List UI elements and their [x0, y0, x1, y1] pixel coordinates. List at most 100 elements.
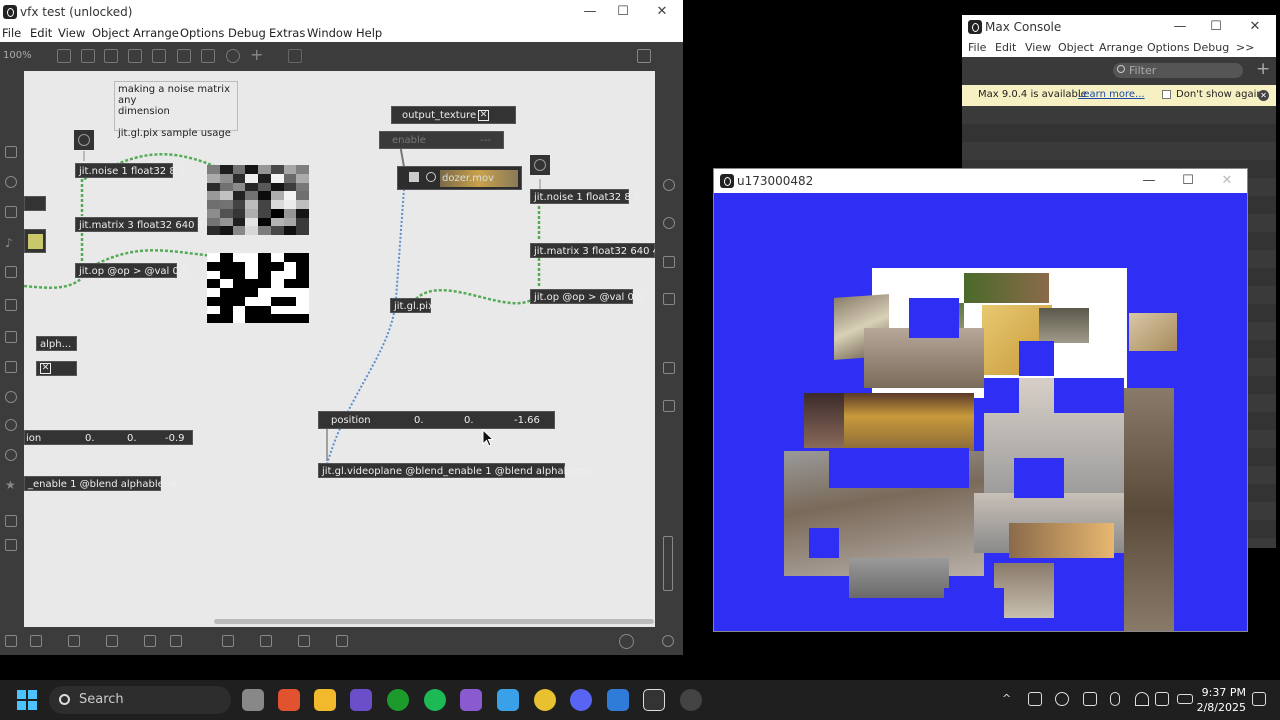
patcher-canvas[interactable]: making a noise matrix any dimension jit.… — [24, 71, 655, 627]
sidebar-icon-11[interactable] — [5, 449, 17, 461]
cube-icon[interactable] — [5, 146, 17, 158]
object-icon[interactable] — [57, 49, 71, 63]
loop-icon[interactable] — [426, 172, 436, 182]
console-menu-more[interactable]: >> — [1236, 41, 1254, 54]
position-left-z[interactable]: -0.9 — [165, 431, 185, 446]
menu-extras[interactable]: Extras — [269, 26, 305, 40]
power-icon[interactable] — [662, 635, 674, 647]
jit-noise-left[interactable]: jit.noise 1 float32 8 8 — [75, 163, 185, 178]
bang-button-left[interactable] — [74, 130, 94, 150]
camera-icon[interactable] — [663, 362, 675, 374]
record-icon[interactable] — [5, 176, 17, 188]
loop-icon[interactable] — [5, 391, 17, 403]
menu-edit[interactable]: Edit — [30, 26, 52, 40]
console-menu-debug[interactable]: Debug — [1193, 41, 1229, 54]
sidebar-icon-14[interactable] — [5, 539, 17, 551]
close-button[interactable]: ✕ — [647, 4, 677, 20]
add-icon[interactable]: + — [1256, 59, 1270, 79]
play-icon[interactable] — [409, 172, 419, 182]
render-minimize-button[interactable]: — — [1134, 173, 1164, 189]
add-icon[interactable]: + — [250, 47, 264, 63]
jit-op-right[interactable]: jit.op @op > @val 0.5 — [530, 289, 643, 304]
file-explorer-icon[interactable] — [314, 689, 336, 711]
max-taskbar-icon[interactable] — [643, 689, 665, 711]
console-minimize-button[interactable]: — — [1165, 19, 1195, 35]
menu-view[interactable]: View — [58, 26, 85, 40]
console-menu-view[interactable]: View — [1025, 41, 1051, 54]
slider-icon[interactable] — [201, 49, 215, 63]
wifi-icon[interactable] — [1135, 692, 1149, 706]
position-left-x[interactable]: 0. — [85, 431, 95, 446]
output-texture-toggle[interactable]: output_texture ✕ — [391, 106, 516, 124]
brave-browser-icon[interactable] — [278, 689, 300, 711]
sidebar-icon-5[interactable] — [5, 266, 17, 278]
console-menu-file[interactable]: File — [968, 41, 986, 54]
jit-gl-pix[interactable]: jit.gl.pix — [390, 298, 434, 313]
chevron-up-icon[interactable]: ^ — [1002, 692, 1016, 706]
position-left[interactable]: ion 0. 0. -0.9 — [24, 430, 193, 445]
present-icon[interactable] — [68, 635, 80, 647]
search-icon[interactable] — [663, 179, 675, 191]
dont-show-checkbox[interactable] — [1162, 90, 1171, 99]
lock-icon[interactable] — [5, 635, 17, 647]
sync-icon[interactable] — [1055, 692, 1069, 706]
cloud-icon[interactable] — [1083, 692, 1097, 706]
battery-icon[interactable] — [1177, 694, 1193, 704]
menu-object[interactable]: Object — [92, 26, 129, 40]
jit-gl-videoplane[interactable]: jit.gl.videoplane @blend_enable 1 @blend… — [318, 463, 592, 478]
notification-icon[interactable] — [1252, 692, 1266, 706]
render-output[interactable] — [714, 193, 1247, 631]
xbox-icon[interactable] — [387, 689, 409, 711]
wrench-icon[interactable] — [260, 635, 272, 647]
list-icon[interactable] — [663, 293, 675, 305]
videoplane-left[interactable]: _enable 1 @blend alphablend — [24, 476, 176, 491]
alpha-menu[interactable]: alph... — [36, 336, 77, 351]
dropbox-icon[interactable] — [1028, 692, 1042, 706]
enable-menu[interactable]: enable --- — [379, 131, 504, 149]
jit-op-left[interactable]: jit.op @op > @val 0.5 — [75, 263, 188, 278]
console-menu-edit[interactable]: Edit — [995, 41, 1016, 54]
button-icon[interactable] — [128, 49, 142, 63]
render-close-button[interactable]: ✕ — [1212, 173, 1242, 189]
notepad-icon[interactable] — [497, 689, 519, 711]
edit-icon[interactable] — [30, 635, 42, 647]
output-texture-checkbox[interactable]: ✕ — [478, 110, 489, 121]
chrome-icon[interactable] — [534, 689, 556, 711]
grid-icon[interactable] — [663, 256, 675, 268]
left-toggle-box[interactable]: ✕ — [40, 363, 51, 374]
sidebar-icon-13[interactable] — [5, 515, 17, 527]
columns-icon[interactable] — [298, 635, 310, 647]
taskbar-clock[interactable]: 9:37 PM 2/8/2025 — [1196, 685, 1246, 715]
position-y[interactable]: 0. — [464, 413, 474, 428]
layers-icon[interactable] — [106, 635, 118, 647]
menu-options[interactable]: Options — [180, 26, 224, 40]
movie-player[interactable]: dozer.mov — [397, 166, 522, 190]
info-icon[interactable] — [663, 217, 675, 229]
taskbar-search[interactable]: Search — [49, 686, 231, 714]
position-message[interactable]: position 0. 0. -1.66 — [318, 411, 555, 429]
menu-file[interactable]: File — [2, 26, 21, 40]
sidebar-icon-10[interactable] — [5, 419, 17, 431]
console-maximize-button[interactable]: ☐ — [1201, 19, 1231, 35]
comment-icon[interactable] — [104, 49, 118, 63]
render-maximize-button[interactable]: ☐ — [1173, 173, 1203, 189]
sidebar-icon-8[interactable] — [5, 361, 17, 373]
console-close-button[interactable]: ✕ — [1240, 19, 1270, 35]
star-icon[interactable]: ★ — [5, 478, 17, 492]
learn-more-link[interactable]: Learn more... — [1078, 89, 1145, 100]
maximize-button[interactable]: ☐ — [608, 4, 638, 20]
sidebar-icon-3[interactable] — [5, 206, 17, 218]
app-icon-obs[interactable] — [350, 689, 372, 711]
discord-icon[interactable] — [570, 689, 592, 711]
menu-window[interactable]: Window — [307, 26, 352, 40]
layout-icon[interactable] — [637, 49, 651, 63]
microphone-icon[interactable] — [1110, 692, 1120, 706]
music-icon[interactable]: ♪ — [5, 236, 17, 250]
position-x[interactable]: 0. — [414, 413, 424, 428]
task-view-icon[interactable] — [242, 689, 264, 711]
mute-icon[interactable] — [144, 635, 156, 647]
console-filter-input[interactable]: Filter — [1113, 63, 1243, 78]
dsp-icon[interactable] — [619, 634, 634, 649]
console-menu-options[interactable]: Options — [1147, 41, 1189, 54]
left-object-stub[interactable] — [24, 196, 46, 211]
